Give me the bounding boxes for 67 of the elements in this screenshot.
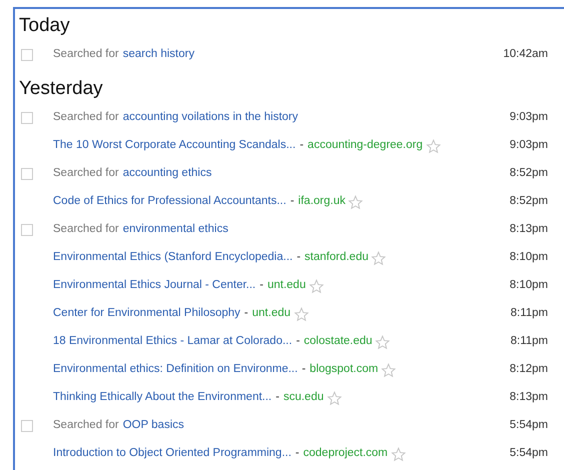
domain-label: colostate.edu [304, 334, 372, 350]
time-label: 8:11pm [510, 306, 548, 322]
searched-for-label: Searched for [53, 166, 119, 182]
time-label: 8:52pm [510, 166, 548, 182]
separator: - [302, 362, 306, 378]
section-heading: Yesterday [19, 77, 104, 101]
domain-label: scu.edu [283, 390, 324, 406]
domain-label: codeproject.com [303, 446, 388, 462]
separator: - [295, 446, 300, 462]
time-label: 8:10pm [510, 278, 548, 294]
searched-for-label: Searched for [53, 47, 119, 62]
domain-label: accounting-degree.org [308, 138, 423, 154]
searched-for-label: Searched for [53, 222, 119, 238]
checkbox[interactable] [21, 420, 33, 432]
page-title-link[interactable]: Introduction to Object Oriented Programming... [53, 445, 292, 463]
star-icon[interactable] [426, 138, 441, 154]
star-icon[interactable] [381, 362, 396, 378]
page-title-link[interactable]: Thinking Ethically About the Environment... [53, 389, 272, 407]
time-label: 8:10pm [510, 250, 548, 266]
time-label: 8:13pm [510, 390, 548, 406]
separator: - [244, 306, 248, 322]
star-icon[interactable] [326, 390, 342, 406]
time-label: 5:54pm [510, 446, 548, 462]
time-label: 5:54pm [510, 418, 548, 434]
time-label: 8:12pm [510, 362, 548, 378]
search-query-link[interactable]: search history [122, 46, 194, 64]
separator: - [290, 194, 294, 210]
time-label: 8:52pm [510, 194, 548, 210]
star-icon[interactable] [390, 446, 406, 462]
star-icon[interactable] [375, 334, 390, 350]
page-title-link[interactable]: 18 Environmental Ethics - Lamar at Colorado... [53, 333, 292, 351]
separator: - [300, 138, 304, 154]
separator: - [296, 334, 300, 350]
checkbox[interactable] [21, 168, 33, 180]
searched-for-label: Searched for [53, 110, 119, 126]
search-query-link[interactable]: environmental ethics [122, 221, 228, 239]
separator: - [260, 278, 264, 294]
page-title-link[interactable]: Environmental Ethics (Stanford Encyclopedia... [53, 249, 293, 267]
search-query-link[interactable]: accounting voilations in the history [122, 109, 298, 127]
time-label: 9:03pm [510, 110, 548, 126]
separator: - [276, 390, 280, 406]
search-query-link[interactable]: OOP basics [122, 417, 184, 435]
star-icon[interactable] [348, 194, 364, 210]
time-label: 9:03pm [510, 138, 548, 154]
checkbox[interactable] [21, 49, 33, 61]
separator: - [296, 250, 301, 266]
searched-for-label: Searched for [53, 418, 119, 434]
time-label: 8:11pm [510, 334, 548, 350]
page-title-link[interactable]: Center for Environmental Philosophy [53, 305, 240, 323]
page-title-link[interactable]: The 10 Worst Corporate Accounting Scandals... [53, 137, 296, 155]
star-icon[interactable] [371, 250, 386, 266]
time-label: 8:13pm [510, 222, 548, 238]
checkbox[interactable] [21, 224, 33, 236]
section-heading: Today [19, 14, 71, 38]
page-title-link[interactable]: Code of Ethics for Professional Accountants... [53, 193, 286, 211]
star-icon[interactable] [294, 306, 309, 322]
domain-label: ifa.org.uk [298, 194, 346, 210]
checkbox[interactable] [21, 112, 33, 124]
domain-label: stanford.edu [304, 250, 368, 266]
domain-label: unt.edu [252, 306, 291, 322]
star-icon[interactable] [308, 278, 324, 294]
page-title-link[interactable]: Environmental Ethics Journal - Center... [53, 277, 256, 295]
page-title-link[interactable]: Environmental ethics: Definition on Environme... [53, 361, 298, 379]
time-label: 10:42am [503, 47, 548, 62]
domain-label: unt.edu [267, 278, 306, 294]
domain-label: blogspot.com [310, 362, 378, 378]
search-query-link[interactable]: accounting ethics [122, 165, 212, 183]
